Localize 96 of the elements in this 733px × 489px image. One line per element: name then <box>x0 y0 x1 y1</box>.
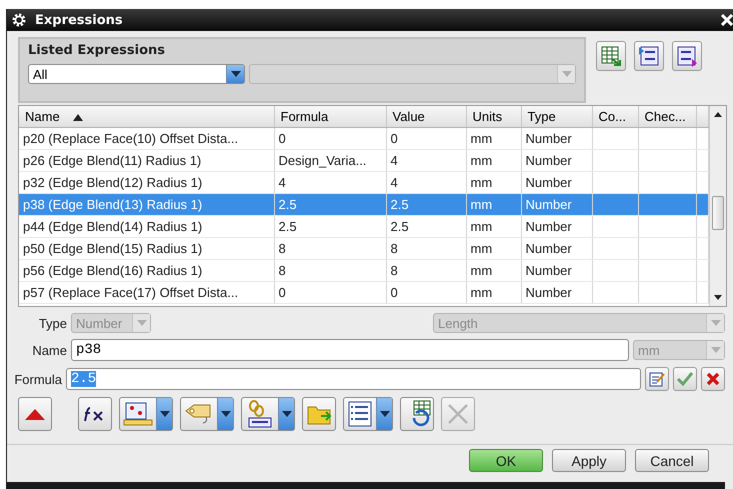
table-cell: 4 <box>386 150 466 172</box>
table-cell: Design_Varia... <box>274 150 386 172</box>
name-label: Name <box>31 342 67 358</box>
table-cell <box>638 128 696 150</box>
table-cell: 0 <box>274 282 386 304</box>
table-cell: p56 (Edge Blend(16) Radius 1) <box>19 260 274 282</box>
list-button[interactable] <box>343 397 393 431</box>
cancel-x-icon[interactable] <box>701 367 725 391</box>
table-cell: 0 <box>274 128 386 150</box>
spreadsheet-icon[interactable] <box>596 41 626 71</box>
ok-button[interactable]: OK <box>469 449 543 472</box>
table-cell: 8 <box>274 238 386 260</box>
scroll-thumb[interactable] <box>712 196 724 230</box>
table-cell <box>592 150 638 172</box>
table-cell: Number <box>521 216 592 238</box>
open-folder-button[interactable] <box>302 397 336 431</box>
column-header[interactable]: Co... <box>592 106 638 128</box>
measure-button[interactable] <box>119 397 173 431</box>
table-cell: p26 (Edge Blend(11) Radius 1) <box>19 150 274 172</box>
table-cell <box>592 194 638 216</box>
delete-icon <box>445 402 471 426</box>
close-icon[interactable] <box>721 14 733 26</box>
table-cell <box>592 216 638 238</box>
table-cell: p38 (Edge Blend(13) Radius 1) <box>19 194 274 216</box>
list-icon <box>347 401 373 427</box>
table-row[interactable]: p50 (Edge Blend(15) Radius 1) 8 8 mm Number <box>19 238 708 260</box>
scroll-down-icon[interactable] <box>714 295 722 300</box>
table-cell <box>592 128 638 150</box>
table-cell: 0 <box>386 282 466 304</box>
table-cell: Number <box>521 194 592 216</box>
table-cell: 8 <box>386 260 466 282</box>
table-cell: mm <box>466 260 521 282</box>
panel-title: Listed Expressions <box>28 43 166 58</box>
table-cell <box>638 216 696 238</box>
type-label: Type <box>38 316 67 330</box>
table-cell: Number <box>521 238 592 260</box>
column-header[interactable]: Chec... <box>638 106 696 128</box>
table-cell <box>638 238 696 260</box>
formula-label: Formula <box>13 372 62 386</box>
accept-check-icon[interactable] <box>673 367 697 391</box>
table-cell: 8 <box>386 238 466 260</box>
table-cell: p57 (Replace Face(17) Offset Dista... <box>19 282 274 304</box>
refresh-spreadsheet-button[interactable] <box>400 397 434 431</box>
edit-icon[interactable] <box>645 367 669 391</box>
measure-icon <box>123 401 153 427</box>
dialog-button[interactable]: Cancel <box>635 449 709 472</box>
settings-icon[interactable] <box>11 12 27 28</box>
table-cell: Number <box>521 150 592 172</box>
table-cell: p44 (Edge Blend(14) Radius 1) <box>19 216 274 238</box>
export-icon[interactable] <box>672 41 702 71</box>
collapse-button[interactable] <box>18 397 52 431</box>
table-cell: mm <box>466 128 521 150</box>
table-row[interactable]: p56 (Edge Blend(16) Radius 1) 8 8 mm Number <box>19 260 708 282</box>
collapse-icon <box>22 407 48 421</box>
table-cell: mm <box>466 238 521 260</box>
table-cell <box>592 282 638 304</box>
table-cell: 2.5 <box>274 216 386 238</box>
column-header[interactable]: Type <box>521 106 592 128</box>
table-cell <box>592 260 638 282</box>
table-cell: 8 <box>274 260 386 282</box>
table-row[interactable]: p44 (Edge Blend(14) Radius 1) 2.5 2.5 mm Number <box>19 216 708 238</box>
table-cell <box>592 238 638 260</box>
tag-button[interactable] <box>180 397 234 431</box>
column-header[interactable]: Value <box>386 106 466 128</box>
table-cell: mm <box>466 150 521 172</box>
dialog-button[interactable]: Apply <box>552 449 626 472</box>
import-icon[interactable] <box>634 41 664 71</box>
function-button[interactable] <box>78 397 112 431</box>
table-row[interactable]: p57 (Replace Face(17) Offset Dista... 0 0 mm Number <box>19 282 708 304</box>
table-row[interactable]: p20 (Replace Face(10) Offset Dista... 0 0 mm Number <box>19 128 708 150</box>
window-title: Expressions <box>35 12 124 28</box>
table-cell: 2.5 <box>386 194 466 216</box>
name-field[interactable]: p38 <box>71 339 629 361</box>
filter-dropdown[interactable]: All <box>28 64 246 84</box>
table-cell: mm <box>466 282 521 304</box>
table-cell: p50 (Edge Blend(15) Radius 1) <box>19 238 274 260</box>
column-header[interactable]: Formula <box>274 106 386 128</box>
scrollbar[interactable] <box>709 106 726 306</box>
table-cell: mm <box>466 194 521 216</box>
table-cell: 0 <box>386 128 466 150</box>
table-row[interactable]: p26 (Edge Blend(11) Radius 1) Design_Varia... 4 mm Number <box>19 150 708 172</box>
table-cell <box>638 282 696 304</box>
table-cell <box>638 150 696 172</box>
table-cell: 2.5 <box>274 194 386 216</box>
link-button[interactable] <box>241 397 295 431</box>
column-header[interactable]: Units <box>466 106 521 128</box>
table-cell: Number <box>521 260 592 282</box>
table-cell <box>638 194 696 216</box>
table-cell: p20 (Replace Face(10) Offset Dista... <box>19 128 274 150</box>
table-cell: 2.5 <box>386 216 466 238</box>
scroll-up-icon[interactable] <box>714 112 722 117</box>
table-cell: Number <box>521 282 592 304</box>
table-cell: mm <box>466 216 521 238</box>
table-cell: Number <box>521 128 592 150</box>
column-header[interactable]: Name <box>19 106 274 128</box>
table-cell <box>638 260 696 282</box>
